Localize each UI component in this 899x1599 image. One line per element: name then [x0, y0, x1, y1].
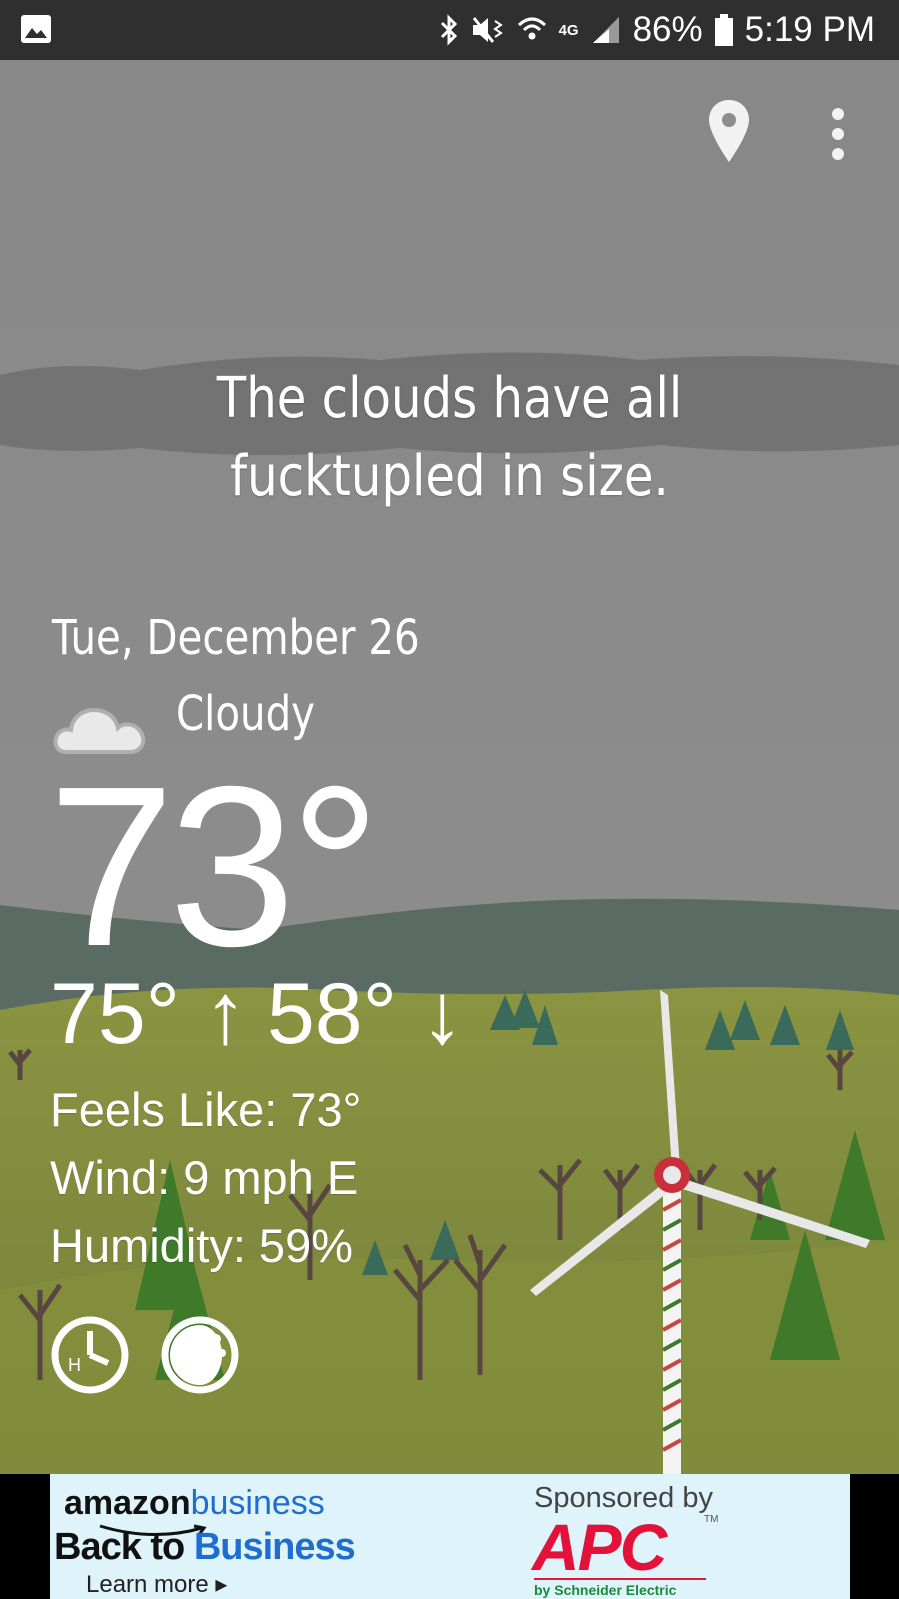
battery-percent: 86% — [632, 10, 703, 49]
signal-icon — [591, 15, 621, 45]
low-temperature: 58° ↓ — [266, 966, 464, 1062]
battery-icon — [714, 14, 733, 46]
apc-logo: APC — [532, 1510, 667, 1584]
weather-headline: The clouds have all fucktupled in size. — [216, 366, 683, 509]
high-low: 75° ↑ 58° ↓ — [50, 966, 464, 1062]
amazon-wordmark: amazon — [64, 1484, 191, 1522]
ad-banner[interactable]: amazonbusiness Back to Business Learn mo… — [50, 1474, 850, 1599]
network-label: 4G — [558, 21, 579, 39]
wifi-icon — [517, 15, 547, 45]
clock: 5:19 PM — [744, 10, 875, 49]
mute-vibrate-icon — [471, 15, 505, 45]
humidity: Humidity: 59% — [50, 1219, 353, 1272]
feels-like: Feels Like: 73° — [50, 1083, 362, 1136]
current-temperature: 73° — [48, 740, 381, 994]
bluetooth-icon — [439, 14, 459, 46]
gallery-icon — [21, 15, 51, 43]
wind: Wind: 9 mph E — [50, 1151, 359, 1204]
ad-headline-part-1: Back to — [54, 1526, 194, 1568]
apc-divider — [534, 1578, 706, 1580]
meadow-front — [0, 1240, 899, 1474]
ad-headline-part-2: Business — [193, 1526, 356, 1568]
toolbar — [0, 60, 899, 200]
ad-headline: Back to Business — [54, 1526, 356, 1569]
history-icon[interactable]: H — [50, 1315, 130, 1395]
date-label: Tue, December 26 — [52, 610, 420, 666]
overflow-menu-icon[interactable] — [826, 104, 850, 164]
weather-app: 4G 86% 5:19 PM The clouds have all fuckt… — [0, 0, 899, 1599]
schneider-tagline: by Schneider Electric — [534, 1582, 677, 1598]
svg-text:H: H — [68, 1355, 81, 1375]
location-pin-icon[interactable] — [706, 98, 752, 164]
status-bar: 4G 86% 5:19 PM — [0, 0, 899, 60]
condition-label: Cloudy — [176, 686, 316, 742]
high-temperature: 75° ↑ — [50, 966, 247, 1062]
business-wordmark: business — [190, 1484, 325, 1522]
amazon-business-logo: amazonbusiness — [64, 1484, 325, 1523]
moon-phase-icon[interactable] — [160, 1315, 240, 1395]
learn-more-link[interactable]: Learn more ▸ — [86, 1570, 227, 1599]
trademark-mark: TM — [704, 1514, 719, 1525]
